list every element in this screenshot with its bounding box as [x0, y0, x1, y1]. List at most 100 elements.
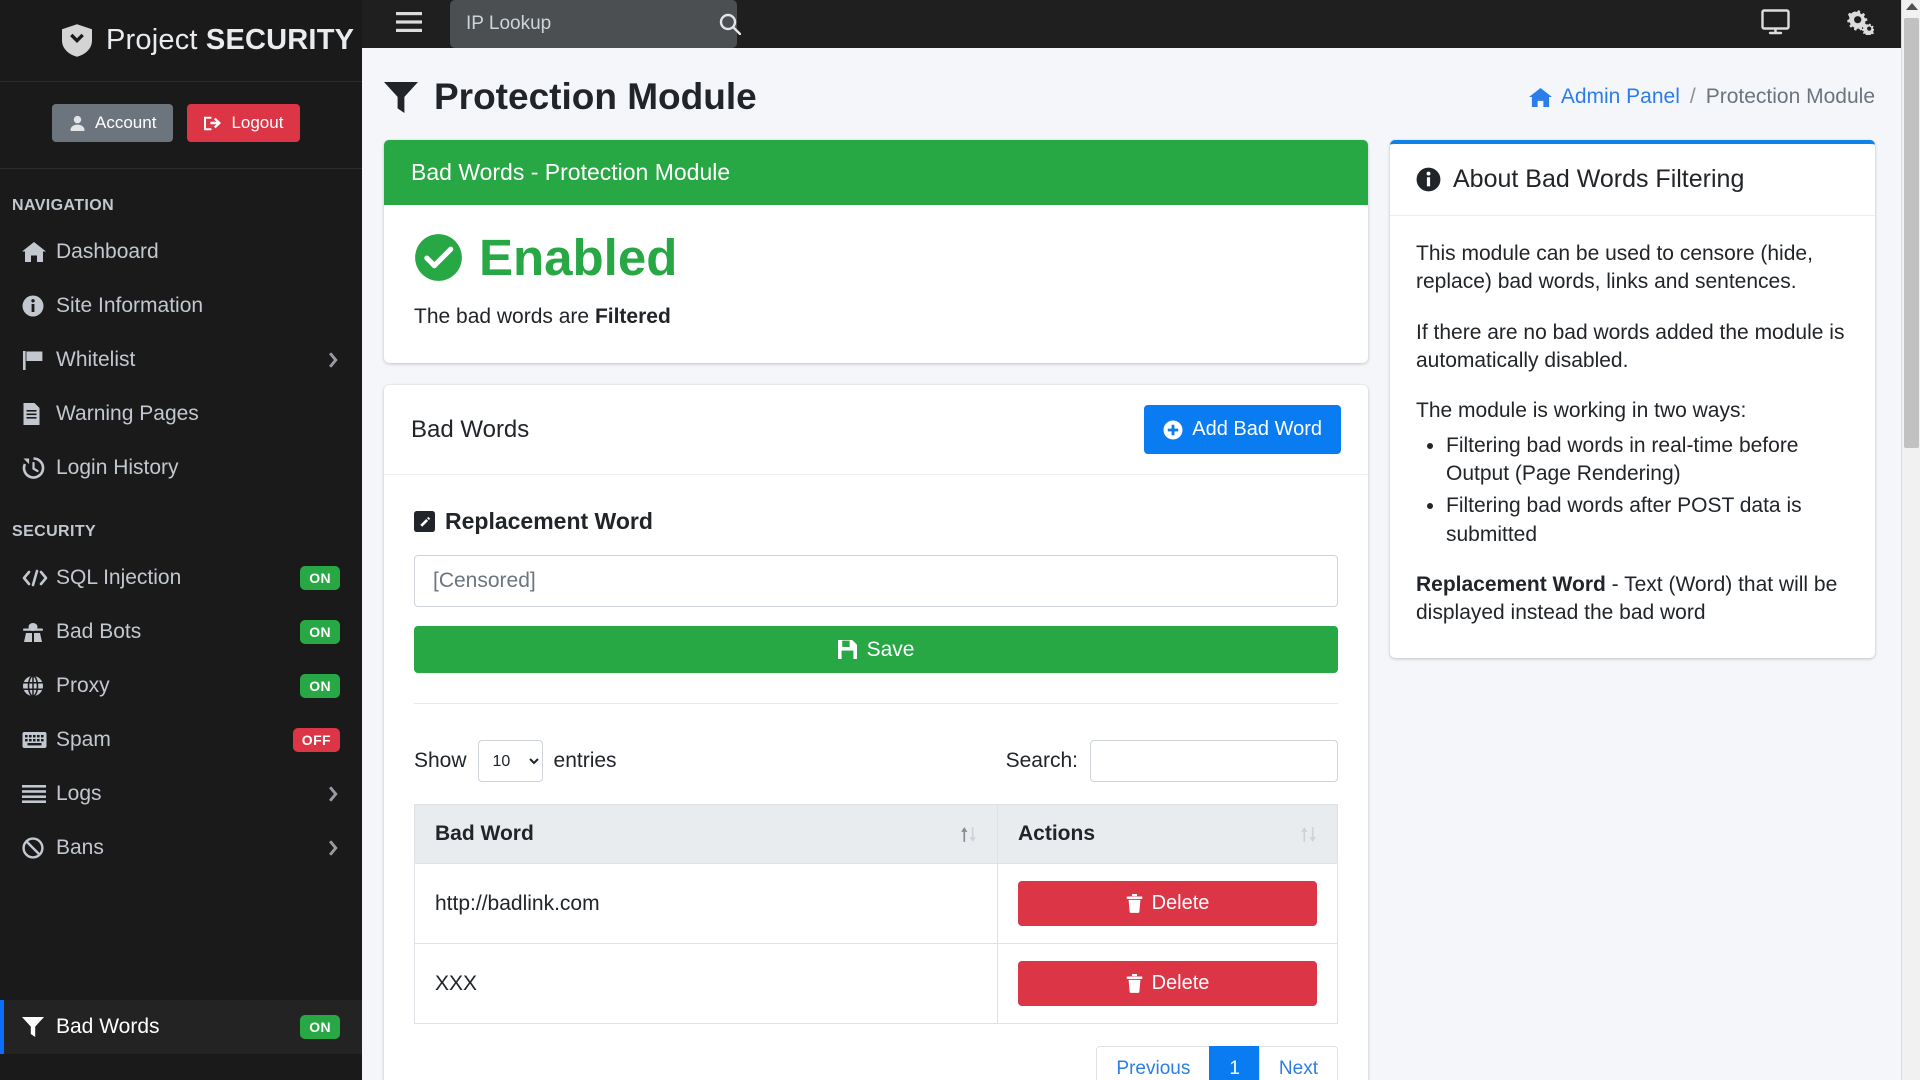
bad-words-table: Bad Word Actions http://badlink.com Dele… [414, 804, 1338, 1024]
security-section-header: SECURITY [12, 523, 97, 540]
status-line: Enabled [414, 232, 1338, 283]
add-bad-word-label: Add Bad Word [1192, 418, 1322, 440]
trash-icon [1126, 894, 1143, 913]
sidebar-item-spam[interactable]: Spam OFF [0, 713, 362, 767]
about-footer-strong: Replacement Word [1416, 573, 1606, 597]
sidebar-item-logs[interactable]: Logs [0, 767, 362, 821]
page-length-control: Show 10 25 50 100 entries [414, 740, 617, 782]
sidebar: Project SECURITY Account Logout NAVIGATI… [0, 0, 362, 1080]
check-circle-icon [414, 233, 463, 282]
bad-words-card-body: Replacement Word Save Show [384, 475, 1368, 1080]
sidebar-item-whitelist[interactable]: Whitelist [0, 333, 362, 387]
sidebar-item-label: Dashboard [56, 240, 159, 263]
sidebar-item-dashboard[interactable]: Dashboard [0, 225, 362, 279]
replacement-word-label-text: Replacement Word [445, 508, 653, 534]
breadcrumb-current: Protection Module [1705, 85, 1875, 108]
scrollbar-thumb[interactable] [1904, 18, 1919, 448]
page-scrollbar[interactable] [1901, 0, 1920, 1080]
cogs-icon[interactable] [1828, 4, 1890, 44]
desktop-icon[interactable] [1745, 5, 1806, 44]
sidebar-item-sql-injection[interactable]: SQL Injection ON [0, 551, 362, 605]
about-card: About Bad Words Filtering This module ca… [1390, 140, 1875, 658]
status-badge: ON [300, 1015, 340, 1039]
app-root: Project SECURITY Account Logout NAVIGATI… [0, 0, 1920, 1080]
add-bad-word-button[interactable]: Add Bad Word [1144, 405, 1341, 454]
sidebar-item-label: Spam [56, 728, 111, 751]
sidebar-item-label: Logs [56, 782, 102, 805]
hamburger-icon[interactable] [390, 6, 428, 43]
history-icon [22, 457, 56, 479]
content-header: Protection Module Admin Panel / Protecti… [362, 48, 1920, 140]
scroll-up-arrow-icon[interactable] [1906, 3, 1918, 10]
pagination-page-1[interactable]: 1 [1209, 1046, 1260, 1080]
pagination-next[interactable]: Next [1258, 1046, 1338, 1080]
brand-text: Project SECURITY [106, 24, 354, 57]
table-search-label: Search: [1005, 749, 1078, 772]
status-description-strong: Filtered [594, 305, 671, 328]
table-row: XXX Delete [414, 943, 1338, 1024]
about-footer: Replacement Word - Text (Word) that will… [1416, 571, 1849, 628]
content-columns: Bad Words - Protection Module Enabled Th… [362, 140, 1920, 1080]
status-text: Enabled [479, 229, 678, 286]
sidebar-item-bans[interactable]: Bans [0, 821, 362, 875]
brand-name-light: Project [106, 24, 206, 56]
status-card-body: Enabled The bad words are Filtered [384, 205, 1368, 363]
delete-button[interactable]: Delete [1018, 961, 1317, 1006]
sidebar-item-login-history[interactable]: Login History [0, 441, 362, 495]
sidebar-item-bad-words[interactable]: Bad Words ON [0, 1000, 362, 1054]
table-body: http://badlink.com Delete XXX Delete [414, 863, 1338, 1024]
about-paragraph-1: This module can be used to censore (hide… [1416, 242, 1813, 294]
about-paragraph-2: If there are no bad words added the modu… [1416, 320, 1845, 373]
page-length-select[interactable]: 10 25 50 100 [477, 740, 543, 782]
account-button-label: Account [95, 113, 157, 132]
magnifier-icon[interactable] [719, 13, 741, 35]
trash-icon [1126, 974, 1143, 993]
breadcrumb-admin-panel[interactable]: Admin Panel [1528, 85, 1680, 109]
sidebar-item-label: Whitelist [56, 348, 136, 371]
breadcrumb-admin-panel-label: Admin Panel [1560, 85, 1680, 108]
ip-lookup-search[interactable] [450, 0, 741, 48]
info-circle-icon [22, 295, 56, 317]
floppy-disk-icon [837, 640, 857, 659]
filter-icon [22, 1017, 56, 1037]
sidebar-item-site-information[interactable]: Site Information [0, 279, 362, 333]
pagination-previous[interactable]: Previous [1096, 1046, 1211, 1080]
sort-asc-icon [960, 825, 977, 844]
user-icon [69, 115, 86, 132]
delete-button[interactable]: Delete [1018, 881, 1317, 926]
page-title-text: Protection Module [434, 76, 757, 117]
sidebar-item-bad-bots[interactable]: Bad Bots ON [0, 605, 362, 659]
save-button[interactable]: Save [414, 626, 1338, 673]
logout-button-label: Logout [231, 113, 284, 132]
sidebar-item-label: Site Information [56, 294, 204, 317]
brand[interactable]: Project SECURITY [0, 0, 362, 82]
column-header-actions[interactable]: Actions [997, 804, 1338, 864]
replacement-word-label: Replacement Word [414, 508, 1338, 535]
nav-section-header: NAVIGATION [12, 197, 115, 214]
sidebar-item-label: Bans [56, 836, 104, 859]
ban-icon [22, 837, 56, 859]
sidebar-item-label: Bad Bots [56, 620, 142, 643]
table-head: Bad Word Actions [414, 804, 1338, 864]
pagination: Previous 1 Next [1096, 1046, 1338, 1080]
search-input[interactable] [466, 13, 711, 35]
status-badge: ON [300, 674, 340, 698]
chevron-right-icon [327, 839, 340, 857]
user-secret-icon [22, 621, 56, 643]
logout-button[interactable]: Logout [187, 104, 301, 142]
chevron-right-icon [327, 351, 340, 369]
table-search-input[interactable] [1090, 740, 1338, 782]
replacement-word-input[interactable] [414, 555, 1338, 607]
sort-icon [1300, 825, 1317, 844]
sidebar-item-warning-pages[interactable]: Warning Pages [0, 387, 362, 441]
sidebar-item-proxy[interactable]: Proxy ON [0, 659, 362, 713]
account-button[interactable]: Account [52, 104, 174, 142]
left-column: Bad Words - Protection Module Enabled Th… [384, 140, 1368, 1080]
home-icon [22, 241, 56, 263]
about-bullet-item: Filtering bad words after POST data is s… [1446, 492, 1849, 549]
about-bullet-item: Filtering bad words in real-time before … [1446, 432, 1849, 489]
table-row: http://badlink.com Delete [414, 863, 1338, 944]
page-title: Protection Module [384, 76, 757, 118]
column-header-bad-word[interactable]: Bad Word [414, 804, 998, 864]
cell-actions: Delete [997, 943, 1338, 1024]
